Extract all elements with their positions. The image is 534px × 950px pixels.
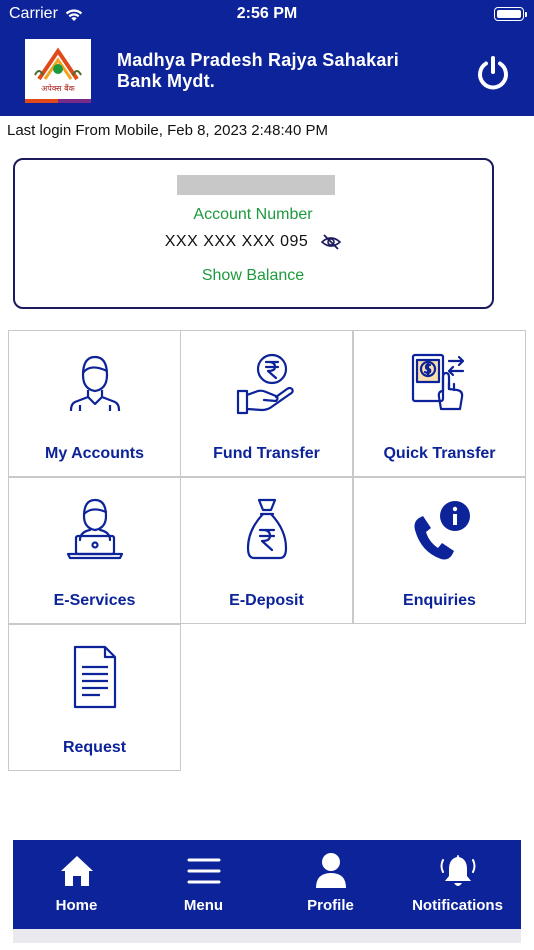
status-bar: Carrier 2:56 PM	[0, 0, 534, 32]
nav-notifications-label: Notifications	[412, 897, 503, 914]
account-holder-redacted	[177, 175, 335, 195]
account-number-label: Account Number	[193, 206, 313, 223]
bank-logo: अपेक्स बैंक	[25, 39, 91, 103]
tile-label: E-Services	[53, 592, 136, 609]
money-bag-icon	[246, 498, 287, 560]
account-number-row: XXX XXX XXX 095	[15, 233, 491, 251]
account-card: Account Number XXX XXX XXX 095 Show Bala…	[13, 158, 494, 309]
tile-label: E-Deposit	[229, 592, 304, 609]
menu-icon	[187, 858, 220, 884]
tile-quick-transfer[interactable]: Quick Transfer	[353, 330, 526, 477]
account-number-value: XXX XXX XXX 095	[164, 233, 309, 250]
show-balance-link[interactable]: Show Balance	[15, 267, 491, 285]
logo-text: अपेक्स बैंक	[41, 84, 75, 93]
nav-profile-label: Profile	[307, 897, 354, 914]
phone-info-icon	[414, 501, 470, 560]
quick-transfer-icon	[411, 353, 464, 411]
nav-menu[interactable]: Menu	[140, 840, 267, 929]
app-header: अपेक्स बैंक Madhya Pradesh Rajya Sahakar…	[0, 32, 534, 116]
user-icon	[69, 355, 120, 412]
tile-label: Request	[62, 739, 127, 756]
eye-slash-icon[interactable]	[321, 234, 342, 250]
tile-my-accounts[interactable]: My Accounts	[8, 330, 181, 477]
logo-stripe	[25, 99, 91, 103]
tile-request[interactable]: Request	[8, 624, 181, 771]
nav-menu-label: Menu	[183, 897, 224, 914]
battery-icon	[494, 7, 527, 21]
laptop-user-icon	[66, 498, 123, 560]
nav-notifications[interactable]: Notifications	[394, 840, 521, 929]
logo-mark-icon	[34, 47, 82, 81]
document-icon	[73, 645, 116, 709]
tile-label: Fund Transfer	[213, 445, 320, 462]
tile-e-deposit[interactable]: E-Deposit	[180, 477, 353, 624]
nav-profile[interactable]: Profile	[267, 840, 394, 929]
tile-e-services[interactable]: E-Services	[8, 477, 181, 624]
bottom-nav: Home Menu Profile Notifications	[13, 840, 521, 929]
status-time: 2:56 PM	[236, 5, 298, 22]
last-login-text: Last login From Mobile, Feb 8, 2023 2:48…	[7, 122, 329, 139]
bell-icon	[440, 855, 475, 886]
tile-enquiries[interactable]: Enquiries	[353, 477, 526, 624]
nav-home-label: Home	[55, 897, 98, 914]
tile-label: Quick Transfer	[383, 445, 496, 462]
power-icon[interactable]	[475, 55, 511, 91]
profile-icon	[315, 853, 346, 888]
rupee-hand-icon	[236, 353, 294, 415]
home-indicator-area	[13, 929, 521, 943]
tile-label: My Accounts	[45, 445, 144, 462]
tile-fund-transfer[interactable]: Fund Transfer	[180, 330, 353, 477]
nav-home[interactable]: Home	[13, 840, 140, 929]
tile-label: Enquiries	[403, 592, 476, 609]
home-icon	[60, 856, 93, 886]
bank-name: Madhya Pradesh Rajya Sahakari Bank Mydt.	[117, 50, 399, 91]
